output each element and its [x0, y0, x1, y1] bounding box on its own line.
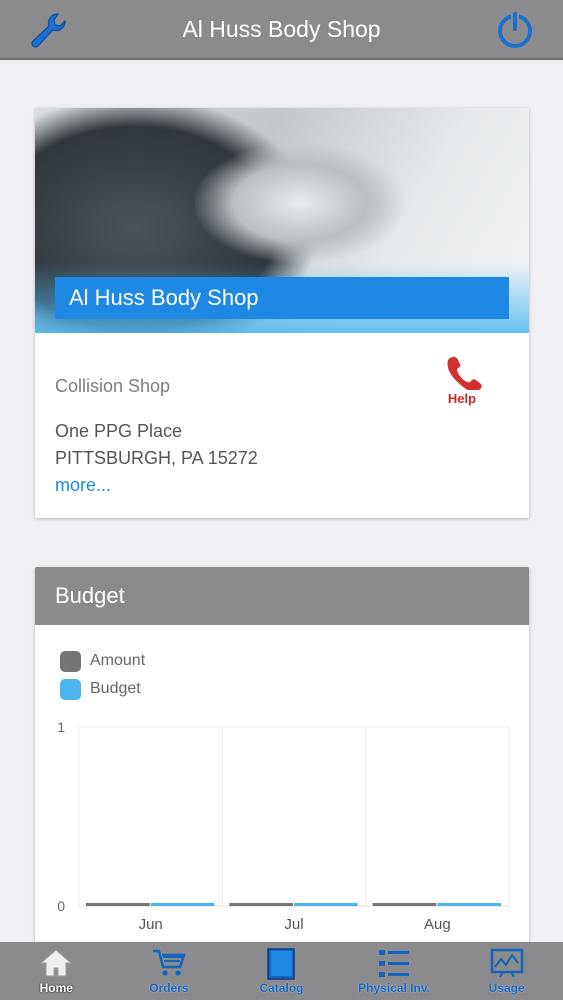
- tab-catalog-label: Catalog: [259, 981, 304, 995]
- y-tick-label: 1: [57, 719, 65, 735]
- power-icon[interactable]: [495, 10, 535, 50]
- tab-physical-inv[interactable]: Physical Inv.: [338, 942, 451, 1000]
- app-header: Al Huss Body Shop: [0, 0, 563, 60]
- shop-type: Collision Shop: [55, 376, 171, 396]
- bar-budget-jul: [294, 903, 358, 906]
- phone-icon: [447, 356, 482, 392]
- shop-hero-image: Al Huss Body Shop: [35, 108, 529, 333]
- bar-amount-aug: [372, 903, 437, 906]
- budget-title-text: Budget: [55, 583, 125, 608]
- cart-icon: [152, 949, 186, 976]
- budget-chart: 0 1 Jun Jul Aug: [57, 719, 510, 933]
- bar-amount-jun: [86, 903, 150, 906]
- budget-card: Budget Amount Budget 0 1 Jun Jul Aug: [35, 567, 529, 947]
- legend-label-amount: Amount: [90, 652, 146, 669]
- legend-label-budget: Budget: [90, 680, 141, 697]
- wrench-icon[interactable]: [28, 10, 72, 50]
- legend-item-amount[interactable]: Amount: [60, 647, 145, 675]
- bar-budget-jun: [150, 903, 215, 906]
- book-icon: [267, 948, 296, 980]
- tab-home[interactable]: Home: [0, 942, 113, 1000]
- chart-legend: Amount Budget: [60, 647, 145, 703]
- list-icon: [379, 950, 410, 977]
- more-link[interactable]: more...: [55, 475, 111, 496]
- bar-amount-jul: [229, 903, 293, 906]
- tab-orders-label: Orders: [149, 981, 189, 995]
- address-line2: PITTSBURGH, PA 15272: [55, 448, 258, 468]
- help-label: Help: [447, 391, 477, 406]
- help-button[interactable]: Help: [440, 354, 484, 406]
- tab-usage-label: Usage: [488, 981, 525, 995]
- x-tick-label: Jun: [139, 916, 163, 933]
- address-line1: One PPG Place: [55, 421, 183, 441]
- tab-orders[interactable]: Orders: [113, 942, 226, 1000]
- x-tick-label: Aug: [424, 916, 451, 933]
- tab-catalog[interactable]: Catalog: [225, 942, 338, 1000]
- legend-swatch-amount: [60, 650, 81, 672]
- bar-budget-aug: [437, 903, 501, 906]
- y-tick-label: 0: [57, 898, 65, 914]
- home-icon: [39, 949, 73, 977]
- tab-usage[interactable]: Usage: [450, 942, 563, 1000]
- shop-name-banner: Al Huss Body Shop: [55, 277, 509, 319]
- budget-title: Budget: [35, 567, 529, 625]
- tab-bar: Home Orders Catalog Physical Inv. Usage: [0, 942, 563, 1000]
- tab-physical-inv-label: Physical Inv.: [358, 981, 430, 995]
- shop-card: Al Huss Body Shop Collision Shop Help On…: [35, 108, 529, 518]
- usage-chart-icon: [490, 948, 523, 978]
- page-title: Al Huss Body Shop: [182, 15, 381, 42]
- legend-item-budget[interactable]: Budget: [60, 675, 145, 703]
- legend-swatch-budget: [60, 678, 81, 700]
- tab-home-label: Home: [39, 981, 73, 995]
- x-tick-label: Jul: [284, 916, 303, 933]
